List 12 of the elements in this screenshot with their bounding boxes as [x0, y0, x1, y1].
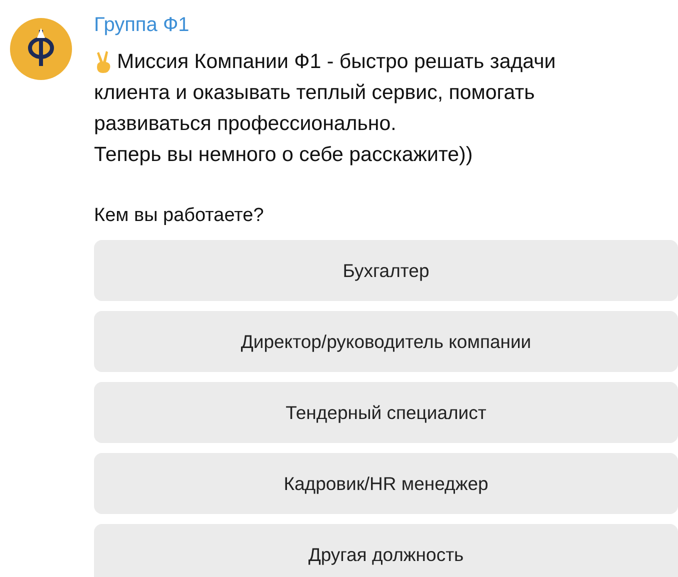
answer-button[interactable]: Другая должность — [94, 524, 678, 577]
message-text-line: Теперь вы немного о себе расскажите)) — [94, 142, 474, 168]
avatar-logo-icon — [10, 18, 72, 80]
sender-name: Группа Ф1 — [94, 13, 190, 38]
message-text-line: клиента и оказывать теплый сервис, помогать — [94, 80, 536, 106]
answer-button[interactable]: Кадровик/HR менеджер — [94, 453, 678, 514]
message-text-line: развиваться профессионально. — [94, 111, 398, 137]
answer-button[interactable]: Тендерный специалист — [94, 382, 678, 443]
message-text-line: Миссия Компании Ф1 - быстро решать задачи — [117, 49, 556, 75]
answer-button[interactable]: Бухгалтер — [94, 240, 678, 301]
answer-button[interactable]: Директор/руководитель компании — [94, 311, 678, 372]
question-text: Кем вы работаете? — [94, 204, 265, 228]
